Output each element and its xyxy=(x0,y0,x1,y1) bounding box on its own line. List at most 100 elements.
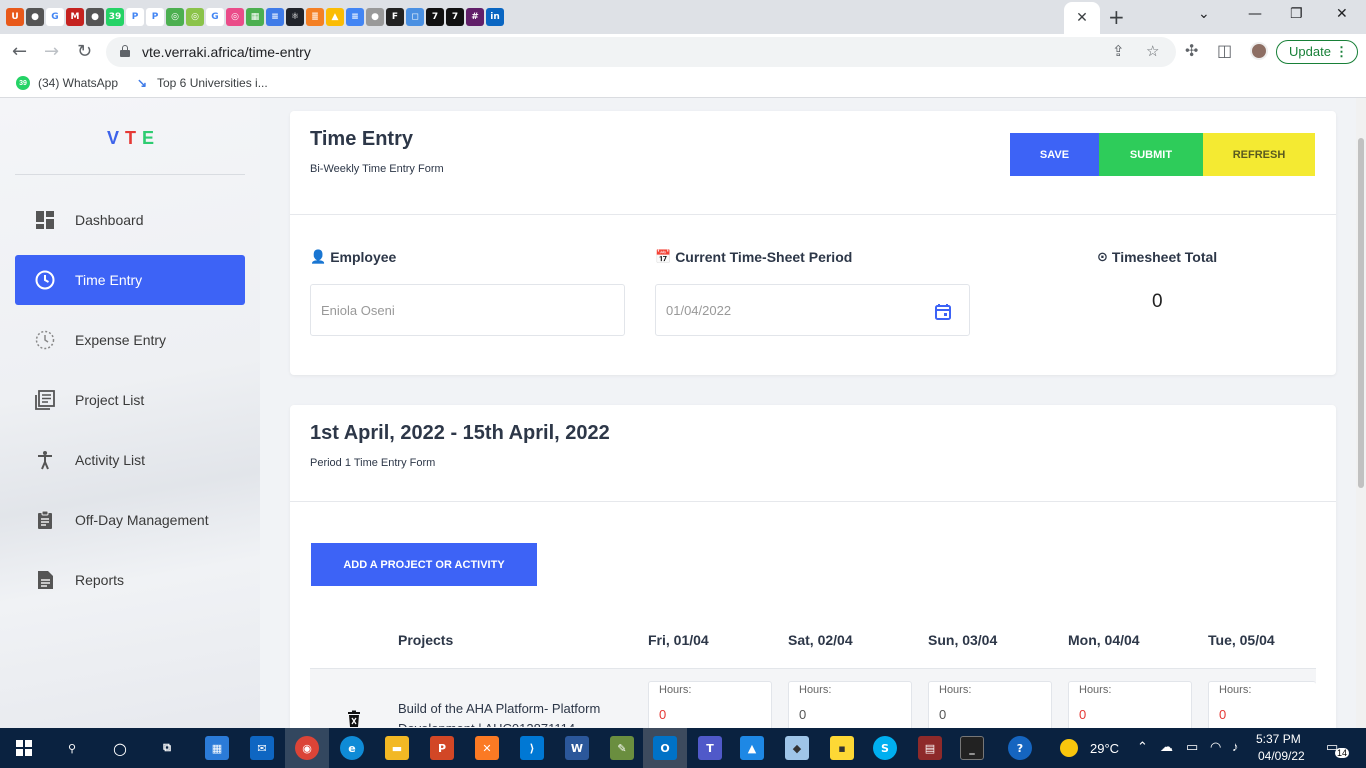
lock-icon[interactable] xyxy=(120,45,130,57)
google-icon[interactable]: G xyxy=(206,8,224,26)
submit-button[interactable]: SUBMIT xyxy=(1099,133,1203,176)
url-text[interactable]: vte.verraki.africa/time-entry xyxy=(142,44,311,60)
temperature[interactable]: 29°C xyxy=(1090,741,1119,756)
employee-field[interactable]: Eniola Oseni xyxy=(310,284,625,336)
restore-icon[interactable]: ❐ xyxy=(1290,6,1303,22)
bookmark-universities[interactable]: ↘ Top 6 Universities i... xyxy=(135,76,268,90)
linkedin-icon[interactable]: in xyxy=(486,8,504,26)
minimize-icon[interactable]: — xyxy=(1248,6,1262,22)
reload-icon[interactable]: ↻ xyxy=(77,41,92,62)
share-icon[interactable]: ⇪ xyxy=(1112,42,1125,60)
grammarly-icon[interactable]: ◎ xyxy=(166,8,184,26)
save-button[interactable]: SAVE xyxy=(1010,133,1099,176)
add-project-button[interactable]: ADD A PROJECT OR ACTIVITY xyxy=(311,543,537,586)
tasks-icon[interactable]: ≡ xyxy=(266,8,284,26)
store-icon[interactable]: ▦ xyxy=(205,736,229,760)
vscode-icon[interactable]: ⟩ xyxy=(520,736,544,760)
battery-icon[interactable]: ▭ xyxy=(1186,739,1198,755)
sheets-icon[interactable]: ▦ xyxy=(246,8,264,26)
hours-input-tue[interactable]: Hours: 0 xyxy=(1208,681,1316,728)
grammarly-icon[interactable]: ◎ xyxy=(186,8,204,26)
sidebar-item-activity-list[interactable]: Activity List xyxy=(15,435,245,485)
winrar-icon[interactable]: ▤ xyxy=(918,736,942,760)
tray-chevron-icon[interactable]: ⌃ xyxy=(1137,739,1148,755)
teams-icon[interactable]: T xyxy=(698,736,722,760)
side-panel-icon[interactable]: ◫ xyxy=(1217,41,1232,60)
vte-logo[interactable]: VTE xyxy=(107,128,160,149)
mail-icon[interactable]: ✉ xyxy=(250,736,274,760)
github-icon[interactable]: ● xyxy=(366,8,384,26)
sidebar-item-dashboard[interactable]: Dashboard xyxy=(15,195,245,245)
close-tab-icon[interactable]: ✕ xyxy=(1076,10,1088,26)
figma-icon[interactable]: F xyxy=(386,8,404,26)
new-tab-button[interactable]: + xyxy=(1108,5,1125,29)
sidebar-item-expense-entry[interactable]: Expense Entry xyxy=(15,315,245,365)
p-icon[interactable]: P xyxy=(146,8,164,26)
gmail-icon[interactable]: M xyxy=(66,8,84,26)
wifi-icon[interactable]: ◠ xyxy=(1210,739,1221,755)
weather-icon[interactable] xyxy=(1060,739,1078,757)
google-icon[interactable]: G xyxy=(46,8,64,26)
outlook-icon[interactable]: O xyxy=(653,736,677,760)
search-icon[interactable]: ⚲ xyxy=(60,736,84,760)
refresh-button[interactable]: REFRESH xyxy=(1203,133,1315,176)
drive-icon[interactable]: ▲ xyxy=(326,8,344,26)
react-icon[interactable]: ⚛ xyxy=(286,8,304,26)
task-view-icon[interactable]: ⧉ xyxy=(155,736,179,760)
profile-avatar[interactable] xyxy=(1250,42,1268,60)
number-icon[interactable]: 7 xyxy=(426,8,444,26)
file-explorer-icon[interactable]: ▬ xyxy=(385,736,409,760)
skype-icon[interactable]: S xyxy=(873,736,897,760)
app-icon[interactable]: ◆ xyxy=(785,736,809,760)
back-icon[interactable]: ← xyxy=(12,41,27,62)
clock-date[interactable]: 04/09/22 xyxy=(1258,749,1305,763)
slack-icon[interactable]: # xyxy=(466,8,484,26)
tab-search-icon[interactable]: ⌄ xyxy=(1198,6,1210,22)
onedrive-icon[interactable]: ☁ xyxy=(1160,739,1173,755)
office-icon[interactable]: U xyxy=(6,8,24,26)
extensions-icon[interactable]: ✣ xyxy=(1185,41,1198,60)
powerpoint-icon[interactable]: P xyxy=(430,736,454,760)
dribbble-icon[interactable]: ◎ xyxy=(226,8,244,26)
word-icon[interactable]: W xyxy=(565,736,589,760)
p-icon[interactable]: P xyxy=(126,8,144,26)
omnibox[interactable]: vte.verraki.africa/time-entry ⇪ ☆ xyxy=(106,37,1176,67)
number-icon[interactable]: 7 xyxy=(446,8,464,26)
update-button[interactable]: Update ⋮ xyxy=(1276,40,1358,64)
calendar-picker-icon[interactable] xyxy=(934,303,952,321)
docs-icon[interactable]: ≡ xyxy=(346,8,364,26)
delete-row-icon[interactable] xyxy=(346,710,362,728)
chrome-icon[interactable]: ◉ xyxy=(295,736,319,760)
sticky-notes-icon[interactable]: ▪ xyxy=(830,736,854,760)
sidebar-item-reports[interactable]: Reports xyxy=(15,555,245,605)
whatsapp-icon[interactable]: 39 xyxy=(106,8,124,26)
notepad-icon[interactable]: ✎ xyxy=(610,736,634,760)
active-tab[interactable]: ✕ xyxy=(1064,2,1100,34)
hours-input-fri[interactable]: Hours: 0 xyxy=(648,681,772,728)
bookmark-star-icon[interactable]: ☆ xyxy=(1146,42,1159,60)
hours-input-sun[interactable]: Hours: 0 xyxy=(928,681,1052,728)
app-icon[interactable]: ◻ xyxy=(406,8,424,26)
volume-icon[interactable]: ♪ xyxy=(1232,739,1239,754)
stack-icon[interactable]: ≣ xyxy=(306,8,324,26)
windows-start-icon[interactable] xyxy=(16,740,32,756)
hours-input-sat[interactable]: Hours: 0 xyxy=(788,681,912,728)
page-scrollbar[interactable] xyxy=(1356,98,1366,728)
edge-icon[interactable]: e xyxy=(340,736,364,760)
scrollbar-thumb[interactable] xyxy=(1358,138,1364,488)
clock-time[interactable]: 5:37 PM xyxy=(1256,732,1301,746)
window-close-icon[interactable]: ✕ xyxy=(1336,6,1348,22)
menu-dots-icon[interactable]: ⋮ xyxy=(1335,41,1348,63)
period-date-field[interactable]: 01/04/2022 xyxy=(655,284,970,336)
xampp-icon[interactable]: ✕ xyxy=(475,736,499,760)
photos-icon[interactable]: ▲ xyxy=(740,736,764,760)
help-icon[interactable]: ? xyxy=(1008,736,1032,760)
github-icon[interactable]: ● xyxy=(26,8,44,26)
forward-icon[interactable]: → xyxy=(44,41,59,62)
sidebar-item-project-list[interactable]: Project List xyxy=(15,375,245,425)
terminal-icon[interactable]: _ xyxy=(960,736,984,760)
sidebar-item-off-day-management[interactable]: Off-Day Management xyxy=(15,495,245,545)
github-icon[interactable]: ● xyxy=(86,8,104,26)
sidebar-item-time-entry[interactable]: Time Entry xyxy=(15,255,245,305)
cortana-icon[interactable]: ○ xyxy=(108,736,132,760)
